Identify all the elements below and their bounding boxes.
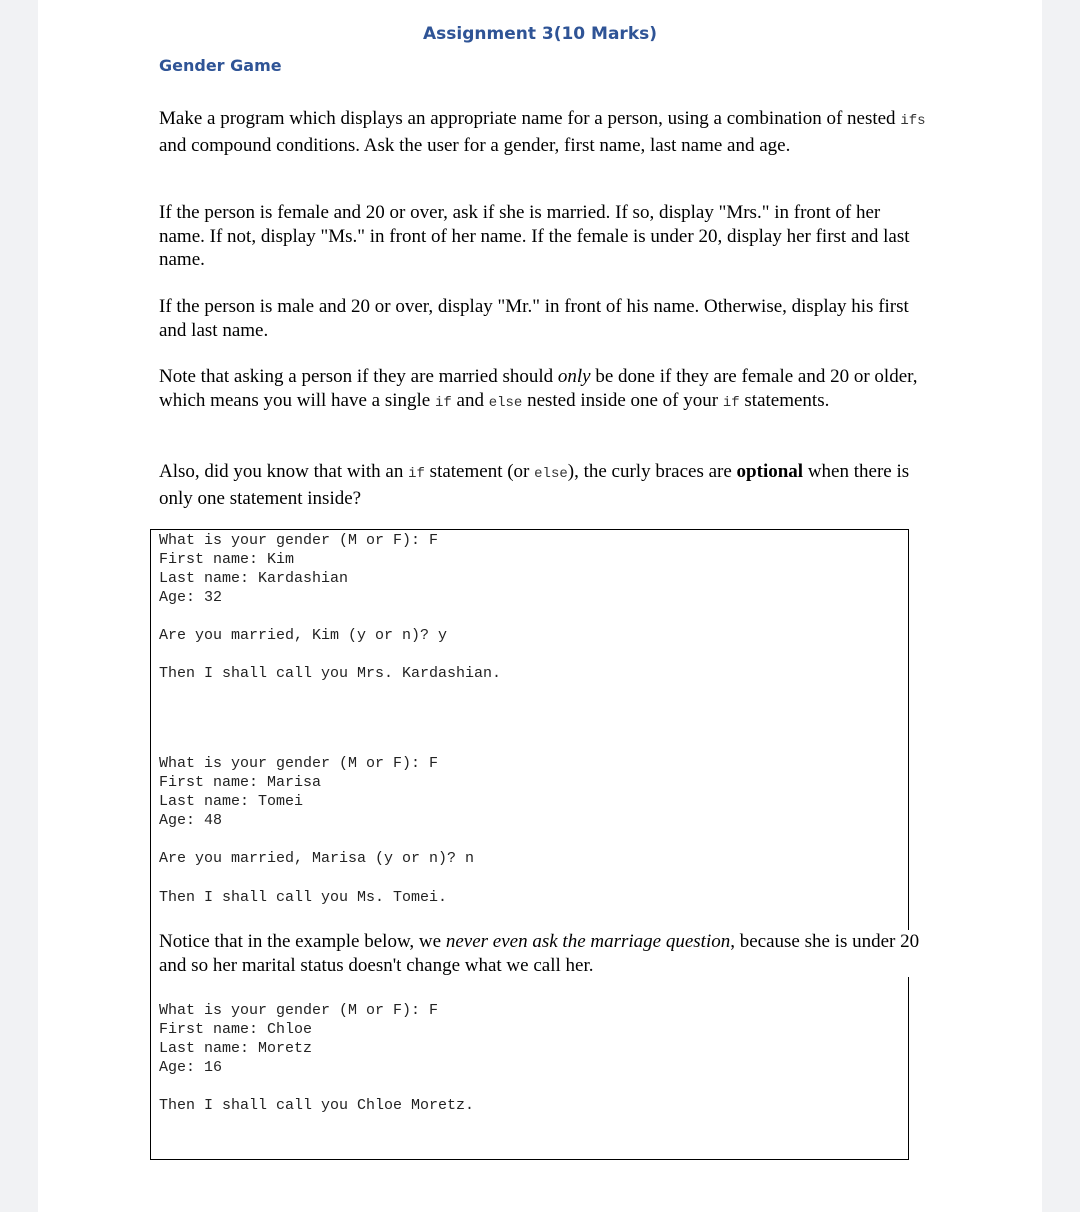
console-line: First name: Chloe [159,1021,313,1038]
text-run: and compound conditions. Ask the user fo… [159,134,791,156]
console-line: Then I shall call you Mrs. Kardashian. [159,665,502,682]
inline-code: else [534,466,568,482]
text-run: statement (or [424,461,535,482]
console-line: Last name: Tomei [159,793,304,810]
inline-code: ifs [900,113,926,129]
console-line: Then I shall call you Ms. Tomei. [159,889,448,906]
console-line: First name: Marisa [159,774,322,791]
console-line: Last name: Moretz [159,1040,313,1057]
console-line: Age: 48 [159,812,223,829]
braces-paragraph: Also, did you know that with an if state… [159,460,929,510]
text-run: Make a program which displays an appropr… [159,108,901,129]
text-run: nested inside one of your [522,389,723,411]
note-paragraph: Note that asking a person if they are ma… [159,365,939,415]
under-twenty-note: Notice that in the example below, we nev… [159,930,929,977]
intro-paragraph: Make a program which displays an appropr… [159,107,929,157]
console-line: Then I shall call you Chloe Moretz. [159,1097,475,1114]
console-line: Are you married, Marisa (y or n)? n [159,850,475,867]
console-line: Age: 32 [159,589,223,606]
text-run: Note that asking a person if they are ma… [159,366,558,387]
female-rule-paragraph: If the person is female and 20 or over, … [159,202,910,270]
text-run: and [451,389,489,411]
console-line: Are you married, Kim (y or n)? y [159,627,448,644]
inline-code: if [434,394,452,411]
console-line: First name: Kim [159,551,295,568]
text-run: statements. [739,389,830,411]
document-page: Assignment 3(10 Marks) Gender Game Make … [38,0,1042,1212]
section-heading: Gender Game [159,56,282,75]
console-line: Last name: Kardashian [159,570,349,587]
assignment-title: Assignment 3(10 Marks) [422,24,658,44]
console-line: Age: 16 [159,1059,223,1076]
text-run: Notice that in the example below, we [159,931,446,952]
inline-code: if [722,394,740,411]
text-run: Also, did you know that with an [159,461,409,482]
console-output-box [150,529,909,1160]
male-rule-paragraph: If the person is male and 20 or over, di… [159,296,909,341]
text-run: ), the curly braces are [567,461,737,482]
inline-code: if [408,466,425,482]
inline-code: else [488,394,523,411]
bold-text: optional [736,461,804,482]
emphasis-text: never even ask the marriage question [445,931,731,952]
console-line: What is your gender (M or F): F [159,532,439,549]
emphasis-text: only [557,366,591,387]
console-line: What is your gender (M or F): F [159,1002,439,1019]
console-line: What is your gender (M or F): F [159,755,439,772]
